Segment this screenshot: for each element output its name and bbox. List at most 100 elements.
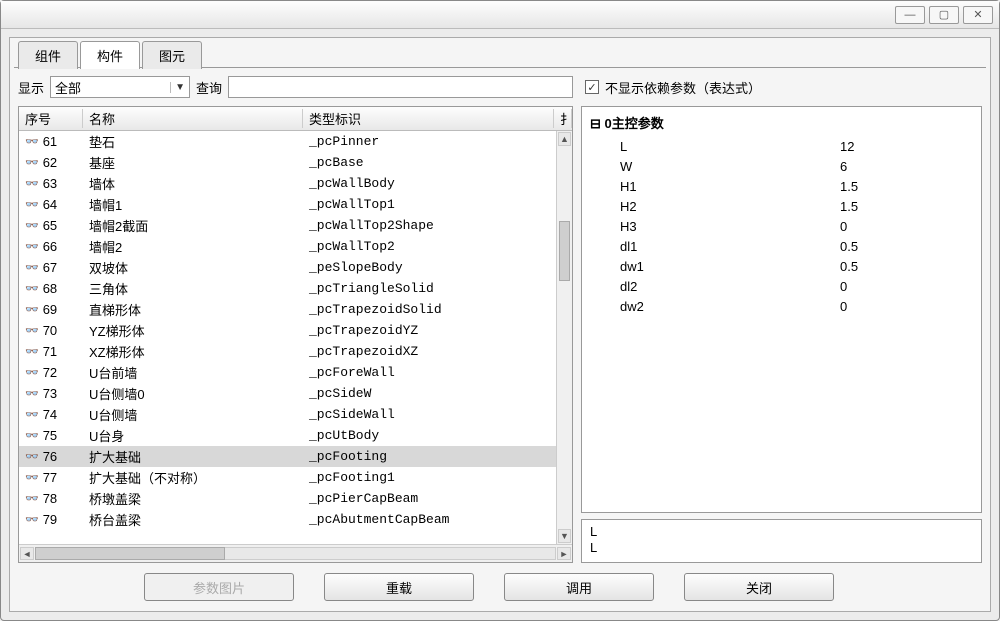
- param-row[interactable]: dl10.5: [590, 236, 973, 256]
- row-name: 基座: [83, 153, 303, 172]
- show-combo[interactable]: 全部 ▼: [50, 76, 190, 98]
- param-value: 1.5: [680, 199, 973, 214]
- table-row[interactable]: 👓74U台侧墙_pcSideWall: [19, 404, 572, 425]
- row-name: 桥墩盖梁: [83, 489, 303, 508]
- tab-component[interactable]: 构件: [80, 41, 140, 69]
- glasses-icon: 👓: [25, 471, 39, 484]
- show-label: 显示: [18, 78, 44, 97]
- row-seq: 68: [43, 281, 57, 296]
- table-row[interactable]: 👓63墙体_pcWallBody: [19, 173, 572, 194]
- glasses-icon: 👓: [25, 219, 39, 232]
- vertical-scrollbar[interactable]: ▲ ▼: [556, 131, 572, 544]
- table-row[interactable]: 👓67双坡体_peSlopeBody: [19, 257, 572, 278]
- table-row[interactable]: 👓68三角体_pcTriangleSolid: [19, 278, 572, 299]
- maximize-button[interactable]: ▢: [929, 6, 959, 24]
- row-seq: 77: [43, 470, 57, 485]
- hide-dependent-params-checkbox[interactable]: ✓: [585, 80, 599, 94]
- param-key: L: [590, 139, 680, 154]
- table-row[interactable]: 👓76扩大基础_pcFooting: [19, 446, 572, 467]
- param-key: H3: [590, 219, 680, 234]
- row-seq: 67: [43, 260, 57, 275]
- row-seq: 71: [43, 344, 57, 359]
- reload-button[interactable]: 重载: [324, 573, 474, 601]
- minimize-button[interactable]: —: [895, 6, 925, 24]
- row-seq: 64: [43, 197, 57, 212]
- row-name: 墙帽2: [83, 237, 303, 256]
- row-seq: 69: [43, 302, 57, 317]
- glasses-icon: 👓: [25, 261, 39, 274]
- table-row[interactable]: 👓75U台身_pcUtBody: [19, 425, 572, 446]
- table-row[interactable]: 👓70YZ梯形体_pcTrapezoidYZ: [19, 320, 572, 341]
- row-type: _pcFooting1: [303, 470, 572, 485]
- table-row[interactable]: 👓 77 扩大基础（不对称）_pcFooting1: [19, 467, 572, 488]
- glasses-icon: 👓: [25, 324, 39, 337]
- glasses-icon: 👓: [25, 513, 39, 526]
- query-input[interactable]: [228, 76, 573, 98]
- param-row[interactable]: dw10.5: [590, 256, 973, 276]
- param-row[interactable]: H11.5: [590, 176, 973, 196]
- row-seq: 78: [43, 491, 57, 506]
- param-group-title: 0主控参数: [605, 116, 664, 131]
- row-type: _pcPinner: [303, 134, 572, 149]
- tab-primitive[interactable]: 图元: [142, 41, 202, 69]
- col-header-seq[interactable]: 序号: [19, 109, 83, 128]
- row-seq: 61: [43, 134, 57, 149]
- table-row[interactable]: 👓79桥台盖梁_pcAbutmentCapBeam: [19, 509, 572, 530]
- table-row[interactable]: 👓69直梯形体_pcTrapezoidSolid: [19, 299, 572, 320]
- row-type: _pcTriangleSolid: [303, 281, 572, 296]
- glasses-icon: 👓: [25, 492, 39, 505]
- param-key: dw2: [590, 299, 680, 314]
- row-name: U台侧墙0: [83, 384, 303, 403]
- param-row[interactable]: W6: [590, 156, 973, 176]
- param-row[interactable]: H30: [590, 216, 973, 236]
- param-row[interactable]: dl20: [590, 276, 973, 296]
- collapse-icon[interactable]: ⊟: [590, 116, 601, 131]
- horizontal-scrollbar[interactable]: ◄ ►: [19, 544, 572, 562]
- preview-line-2: L: [590, 540, 973, 556]
- table-row[interactable]: 👓61垫石_pcPinner: [19, 131, 572, 152]
- invoke-button[interactable]: 调用: [504, 573, 654, 601]
- row-seq: 72: [43, 365, 57, 380]
- glasses-icon: 👓: [25, 429, 39, 442]
- tab-group[interactable]: 组件: [18, 41, 78, 69]
- param-value: 0.5: [680, 239, 973, 254]
- row-seq: 62: [43, 155, 57, 170]
- col-header-extra[interactable]: 扌: [554, 109, 572, 128]
- glasses-icon: 👓: [25, 366, 39, 379]
- row-type: _pcTrapezoidXZ: [303, 344, 572, 359]
- preview-line-1: L: [590, 524, 973, 540]
- hide-dependent-params-label: 不显示依赖参数（表达式）: [605, 78, 761, 97]
- table-row[interactable]: 👓72U台前墙_pcForeWall: [19, 362, 572, 383]
- glasses-icon: 👓: [25, 240, 39, 253]
- table-row[interactable]: 👓62基座_pcBase: [19, 152, 572, 173]
- row-type: _pcWallTop1: [303, 197, 572, 212]
- close-button[interactable]: 关闭: [684, 573, 834, 601]
- param-key: dl1: [590, 239, 680, 254]
- row-seq: 65: [43, 218, 57, 233]
- col-header-type[interactable]: 类型标识: [303, 109, 554, 128]
- row-seq: 79: [43, 512, 57, 527]
- param-row[interactable]: H21.5: [590, 196, 973, 216]
- glasses-icon: 👓: [25, 450, 39, 463]
- param-image-button: 参数图片: [144, 573, 294, 601]
- param-row[interactable]: L12: [590, 136, 973, 156]
- col-header-name[interactable]: 名称: [83, 109, 303, 128]
- param-row[interactable]: dw20: [590, 296, 973, 316]
- row-type: _pcSideWall: [303, 407, 572, 422]
- table-row[interactable]: 👓65墙帽2截面_pcWallTop2Shape: [19, 215, 572, 236]
- close-window-button[interactable]: ✕: [963, 6, 993, 24]
- row-name: 墙帽2截面: [83, 216, 303, 235]
- param-key: dl2: [590, 279, 680, 294]
- table-row[interactable]: 👓66墙帽2_pcWallTop2: [19, 236, 572, 257]
- glasses-icon: 👓: [25, 303, 39, 316]
- table-row[interactable]: 👓73U台侧墙0_pcSideW: [19, 383, 572, 404]
- glasses-icon: 👓: [25, 387, 39, 400]
- row-name: 三角体: [83, 279, 303, 298]
- row-type: _pcWallBody: [303, 176, 572, 191]
- table-row[interactable]: 👓78桥墩盖梁_pcPierCapBeam: [19, 488, 572, 509]
- table-row[interactable]: 👓71XZ梯形体_pcTrapezoidXZ: [19, 341, 572, 362]
- row-seq: 73: [43, 386, 57, 401]
- row-name: 扩大基础（不对称）: [83, 468, 303, 487]
- table-row[interactable]: 👓64墙帽1_pcWallTop1: [19, 194, 572, 215]
- row-type: _pcForeWall: [303, 365, 572, 380]
